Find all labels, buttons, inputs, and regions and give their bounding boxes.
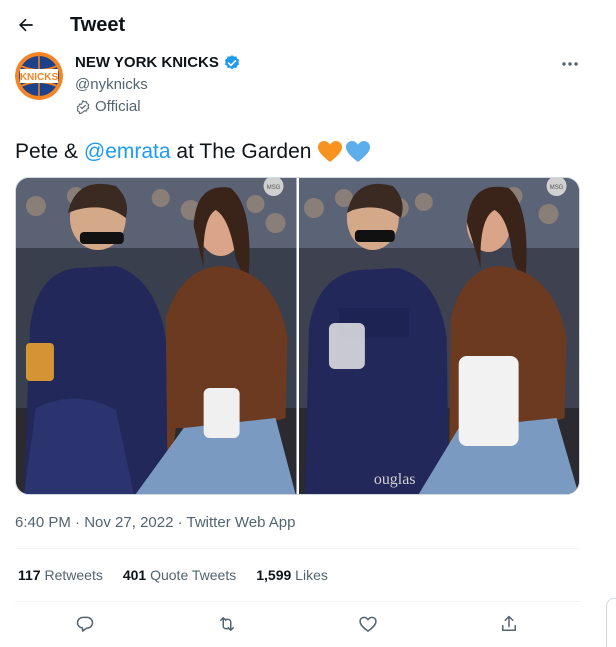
media-grid: MSG ouglas MSG bbox=[15, 177, 580, 495]
handle[interactable]: @nyknicks bbox=[75, 75, 148, 95]
retweets-label: Retweets bbox=[44, 567, 103, 583]
retweets-count: 117 bbox=[18, 567, 41, 583]
orange-heart-icon bbox=[318, 141, 343, 162]
page-title: Tweet bbox=[70, 14, 126, 36]
likes-count: 1,599 bbox=[256, 567, 292, 583]
share-button[interactable] bbox=[497, 612, 521, 636]
tweet-header: Tweet bbox=[0, 0, 600, 50]
author-block: KNICKS NEW YORK KNICKS @nyknicks Officia… bbox=[15, 52, 585, 118]
official-label: Official bbox=[75, 97, 141, 117]
action-bar bbox=[15, 612, 580, 636]
tweet-time[interactable]: 6:40 PM bbox=[15, 514, 71, 531]
back-button[interactable] bbox=[14, 13, 38, 37]
tweet-meta: 6:40 PM · Nov 27, 2022 · Twitter Web App bbox=[15, 513, 295, 533]
mention-link[interactable]: @emrata bbox=[84, 139, 171, 165]
tweet-text-after: at The Garden bbox=[170, 140, 312, 163]
official-check-icon bbox=[76, 99, 90, 114]
tweet-text-before: Pete & bbox=[15, 140, 84, 163]
meta-separator-2: · bbox=[173, 514, 187, 531]
avatar-wordmark: KNICKS bbox=[20, 72, 59, 83]
tweet-text: Pete & @emrata at The Garden bbox=[15, 139, 371, 165]
quote-tweets-count: 401 bbox=[122, 567, 147, 583]
arrow-left-icon bbox=[19, 18, 33, 32]
quote-tweets-stat[interactable]: 401 Quote Tweets bbox=[123, 566, 236, 584]
photo-2-watermark: MSG bbox=[549, 185, 563, 191]
avatar[interactable]: KNICKS bbox=[15, 52, 63, 100]
quote-tweets-label: Quote Tweets bbox=[150, 567, 237, 583]
name-row: NEW YORK KNICKS bbox=[75, 53, 241, 73]
share-icon bbox=[502, 615, 516, 631]
more-icon bbox=[562, 62, 578, 66]
tweet-source[interactable]: Twitter Web App bbox=[187, 514, 296, 531]
display-name[interactable]: NEW YORK KNICKS bbox=[75, 53, 219, 73]
heart-emojis bbox=[317, 140, 371, 164]
reply-icon bbox=[76, 616, 94, 632]
photo-1-watermark: MSG bbox=[267, 185, 281, 191]
likes-label: Likes bbox=[295, 567, 328, 583]
retweet-button[interactable] bbox=[215, 612, 239, 636]
side-panel-edge bbox=[606, 598, 616, 647]
reply-button[interactable] bbox=[73, 612, 97, 636]
blue-heart-icon bbox=[346, 141, 371, 162]
meta-separator: · bbox=[70, 514, 85, 531]
like-button[interactable] bbox=[356, 612, 380, 636]
more-options-button[interactable] bbox=[555, 54, 585, 74]
official-text: Official bbox=[95, 98, 141, 115]
photo-2-caption: ouglas bbox=[373, 471, 415, 488]
retweets-stat[interactable]: 117 Retweets bbox=[18, 566, 103, 584]
like-icon bbox=[359, 616, 377, 632]
engagement-stats: 117 Retweets 401 Quote Tweets 1,599 Like… bbox=[18, 566, 328, 584]
divider bbox=[15, 601, 580, 602]
retweet-icon bbox=[220, 617, 234, 631]
photo-2[interactable]: ouglas MSG bbox=[298, 178, 580, 494]
verified-badge-icon bbox=[224, 55, 240, 70]
likes-stat[interactable]: 1,599 Likes bbox=[256, 566, 328, 584]
photo-1[interactable]: MSG bbox=[16, 178, 297, 494]
tweet-date[interactable]: Nov 27, 2022 bbox=[84, 514, 173, 531]
divider bbox=[15, 548, 580, 549]
